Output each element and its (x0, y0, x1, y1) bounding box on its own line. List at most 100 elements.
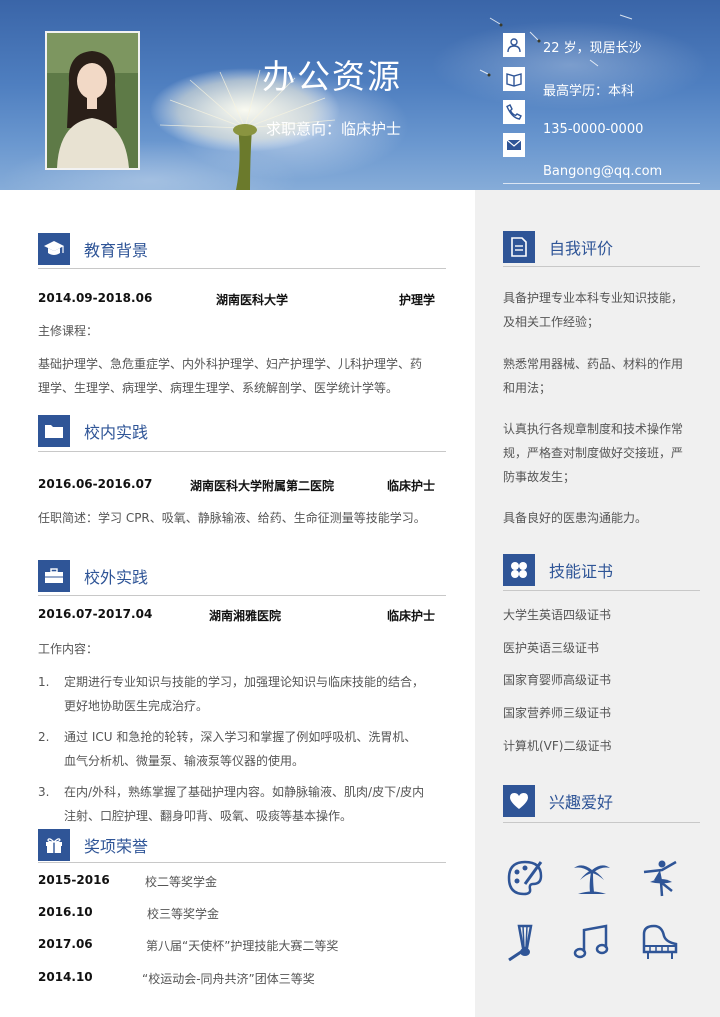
self-eval-line: 熟悉常用器械、药品、材料的作用 (503, 357, 684, 371)
self-eval-line: 具备护理专业本科专业知识技能， (503, 291, 684, 305)
folder-icon (38, 415, 70, 447)
heart-icon (503, 785, 535, 817)
award-year: 2014.10 (38, 970, 93, 984)
job-intent: 求职意向：临床护士 (266, 120, 402, 138)
music-note-icon (573, 924, 609, 959)
list-number: 1. (38, 675, 50, 689)
divider (503, 822, 700, 823)
education-row: 2014.09-2018.06 湖南医科大学 护理学 (38, 291, 438, 309)
campus-heading: 校内实践 (38, 415, 148, 447)
award-row: 2014.10 “校运动会-同舟共济”团体三等奖 (38, 970, 438, 988)
divider (503, 183, 700, 184)
education-heading: 教育背景 (38, 233, 148, 265)
self-eval-line: 规，严格查对制度做好交接班，严 (503, 446, 684, 460)
certificate-item: 国家育婴师高级证书 (503, 673, 612, 687)
contact-age (503, 33, 525, 57)
hobbies-heading: 兴趣爱好 (503, 785, 613, 817)
list-text: 更好地协助医生完成治疗。 (64, 699, 209, 713)
contact-phone-text: 135-0000-0000 (543, 122, 644, 137)
palm-tree-icon (574, 865, 610, 894)
contact-mail (503, 133, 525, 157)
divider (503, 266, 700, 267)
list-item: 1. 定期进行专业知识与技能的学习，加强理论知识与临床技能的结合， 更好地协助医生… (38, 670, 443, 718)
award-year: 2016.10 (38, 905, 93, 919)
contact-phone (503, 100, 525, 124)
award-text: “校运动会-同舟共济”团体三等奖 (142, 972, 315, 986)
certificate-item: 医护英语三级证书 (503, 641, 600, 655)
award-year: 2015-2016 (38, 873, 110, 887)
education-major: 护理学 (399, 293, 436, 307)
awards-heading: 奖项荣誉 (38, 829, 148, 861)
candidate-name: 办公资源 (262, 57, 402, 96)
gift-icon (38, 829, 70, 861)
work-label: 工作内容： (38, 642, 99, 656)
campus-period: 2016.06-2016.07 (38, 477, 153, 491)
award-text: 校三等奖学金 (147, 907, 220, 921)
divider (38, 451, 446, 452)
list-text: 定期进行专业知识与技能的学习，加强理论知识与临床技能的结合， (64, 675, 425, 689)
award-text: 第八届“天使杯”护理技能大赛二等奖 (146, 939, 339, 953)
education-period: 2014.09-2018.06 (38, 291, 153, 305)
contact-education-text: 最高学历：本科 (543, 84, 635, 99)
section-title: 校内实践 (84, 423, 149, 442)
campus-role: 临床护士 (387, 479, 436, 493)
document-icon (503, 231, 535, 263)
external-role: 临床护士 (387, 609, 436, 623)
self-eval-line: 具备良好的医患沟通能力。 (503, 511, 648, 525)
avatar (47, 33, 138, 168)
contact-email-text[interactable]: Bangong@qq.com (543, 164, 662, 179)
piano-icon (642, 924, 678, 959)
section-title: 技能证书 (549, 562, 614, 581)
certificate-item: 大学生英语四级证书 (503, 608, 612, 622)
certificate-item: 国家营养师三级证书 (503, 706, 612, 720)
list-text: 通过 ICU 和急抢的轮转，深入学习和掌握了例如呼吸机、洗胃机、 (64, 730, 417, 744)
campus-row: 2016.06-2016.07 湖南医科大学附属第二医院 临床护士 (38, 477, 438, 495)
skills-heading: 技能证书 (503, 554, 613, 586)
section-title: 校外实践 (84, 568, 149, 587)
list-item: 2. 通过 ICU 和急抢的轮转，深入学习和掌握了例如呼吸机、洗胃机、 血气分析机… (38, 725, 443, 773)
self-eval-line: 防事故发生； (503, 470, 576, 484)
section-title: 自我评价 (549, 239, 614, 258)
award-year: 2017.06 (38, 937, 93, 951)
divider (38, 862, 446, 863)
list-text: 血气分析机、微量泵、输液泵等仪器的使用。 (64, 754, 305, 768)
courses-line: 理学、生理学、病理学、病理生理学、系统解剖学、医学统计学等。 (38, 381, 399, 395)
self-eval-heading: 自我评价 (503, 231, 613, 263)
divider (38, 595, 446, 596)
clover-icon (503, 554, 535, 586)
dancer-icon (643, 860, 677, 897)
divider (38, 268, 446, 269)
person-icon (503, 33, 525, 57)
list-number: 3. (38, 785, 50, 799)
list-number: 2. (38, 730, 50, 744)
list-text: 在内/外科，熟练掌握了基础护理内容。如静脉输液、肌肉/皮下/皮内 (64, 785, 425, 799)
award-text: 校二等奖学金 (145, 875, 218, 889)
campus-org: 湖南医科大学附属第二医院 (190, 479, 335, 493)
external-org: 湖南湘雅医院 (209, 609, 282, 623)
section-title: 奖项荣誉 (84, 837, 149, 856)
header-banner: 办公资源 求职意向：临床护士 22 岁，现居长沙 最高学历：本科 135-000… (0, 0, 720, 190)
book-icon (503, 67, 525, 91)
certificate-item: 计算机(VF)二级证书 (503, 739, 612, 753)
award-row: 2016.10 校三等奖学金 (38, 905, 438, 923)
palette-icon (507, 860, 543, 896)
external-heading: 校外实践 (38, 560, 148, 592)
award-row: 2017.06 第八届“天使杯”护理技能大赛二等奖 (38, 937, 438, 955)
courses-line: 基础护理学、急危重症学、内外科护理学、妇产护理学、儿科护理学、药 (38, 357, 423, 371)
badminton-icon (508, 924, 533, 962)
education-school: 湖南医科大学 (216, 293, 289, 307)
graduation-cap-icon (38, 233, 70, 265)
self-eval-line: 认真执行各规章制度和技术操作常 (503, 422, 684, 436)
external-period: 2016.07-2017.04 (38, 607, 153, 621)
self-eval-line: 和用法； (503, 381, 552, 395)
section-title: 教育背景 (84, 241, 149, 260)
list-text: 注射、口腔护理、翻身叩背、吸氧、吸痰等基本操作。 (64, 809, 353, 823)
contact-age-text: 22 岁，现居长沙 (543, 41, 642, 56)
contact-education (503, 67, 525, 91)
campus-desc: 任职简述：学习 CPR、吸氧、静脉输液、给药、生命征测量等技能学习。 (38, 511, 426, 525)
section-title: 兴趣爱好 (549, 793, 614, 812)
self-eval-line: 及相关工作经验； (503, 315, 600, 329)
external-row: 2016.07-2017.04 湖南湘雅医院 临床护士 (38, 607, 438, 625)
list-item: 3. 在内/外科，熟练掌握了基础护理内容。如静脉输液、肌肉/皮下/皮内 注射、口腔… (38, 780, 443, 828)
divider (503, 590, 700, 591)
